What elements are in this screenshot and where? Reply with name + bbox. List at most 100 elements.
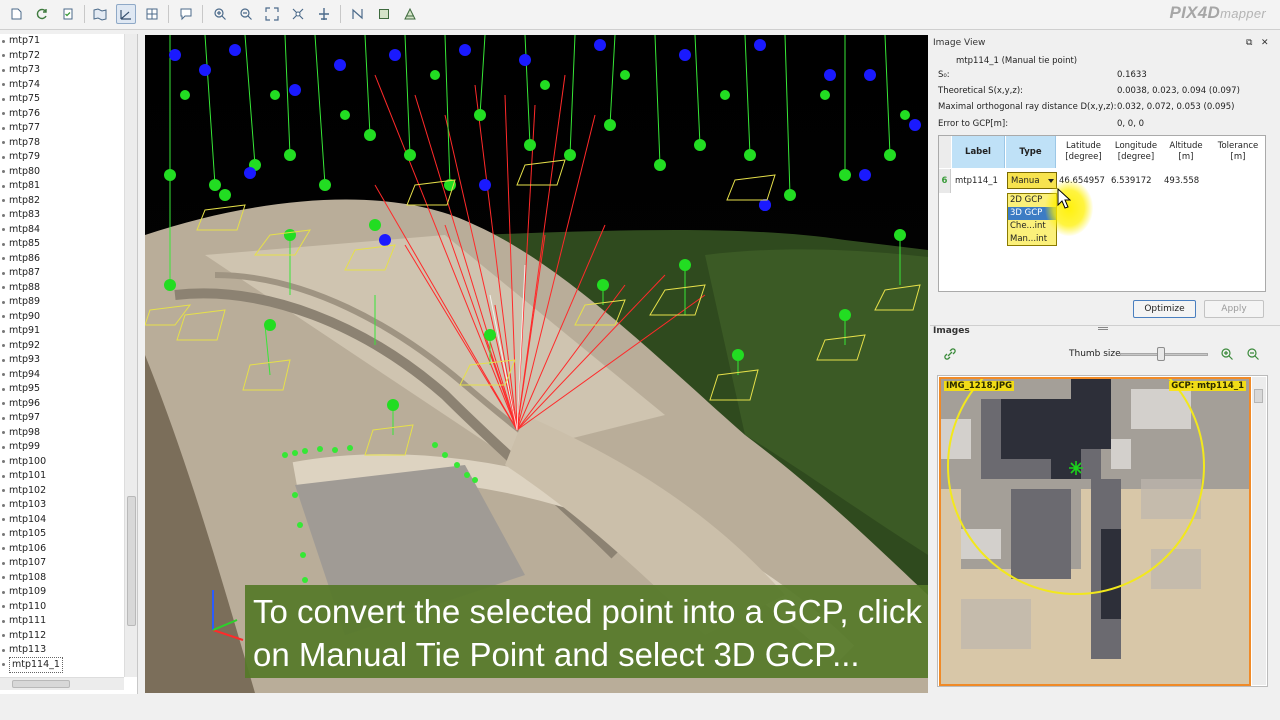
tree-item-mtp75[interactable]: mtp75 bbox=[0, 92, 124, 107]
tree-item-mtp82[interactable]: mtp82 bbox=[0, 194, 124, 209]
tree-item-mtp100[interactable]: mtp100 bbox=[0, 455, 124, 470]
tree-item-mtp107[interactable]: mtp107 bbox=[0, 556, 124, 571]
type-combobox[interactable]: Manua bbox=[1007, 172, 1057, 189]
splitter-grip-icon[interactable] bbox=[1098, 327, 1108, 330]
tree-item-mtp106[interactable]: mtp106 bbox=[0, 542, 124, 557]
tree-item-mtp97[interactable]: mtp97 bbox=[0, 411, 124, 426]
tree-item-mtp85[interactable]: mtp85 bbox=[0, 237, 124, 252]
tree-item-mtp77[interactable]: mtp77 bbox=[0, 121, 124, 136]
tree-item-mtp111[interactable]: mtp111 bbox=[0, 614, 124, 629]
tree-item-mtp76[interactable]: mtp76 bbox=[0, 107, 124, 122]
tree-item-mtp103[interactable]: mtp103 bbox=[0, 498, 124, 513]
tree-item-mtp102[interactable]: mtp102 bbox=[0, 484, 124, 499]
tree-item-mtp91[interactable]: mtp91 bbox=[0, 324, 124, 339]
tree-item-mtp94[interactable]: mtp94 bbox=[0, 368, 124, 383]
tree-horizontal-scrollbar[interactable] bbox=[0, 677, 124, 690]
image-thumbnail[interactable]: IMG_1218.JPG GCP: mtp114_1 bbox=[939, 377, 1251, 686]
new-project-icon[interactable] bbox=[6, 4, 26, 24]
tree-item-mtp114_1[interactable]: mtp114_1 bbox=[0, 656, 124, 673]
bullet-icon bbox=[2, 576, 5, 580]
checklist-icon[interactable] bbox=[58, 4, 78, 24]
tree-item-mtp81[interactable]: mtp81 bbox=[0, 179, 124, 194]
tree-item-mtp86[interactable]: mtp86 bbox=[0, 252, 124, 267]
zoom-out-icon[interactable] bbox=[236, 4, 256, 24]
tree-item-mtp89[interactable]: mtp89 bbox=[0, 295, 124, 310]
tree-item-mtp73[interactable]: mtp73 bbox=[0, 63, 124, 78]
link-icon[interactable] bbox=[943, 347, 957, 364]
tree-item-mtp112[interactable]: mtp112 bbox=[0, 629, 124, 644]
volume-icon[interactable] bbox=[400, 4, 420, 24]
tree-item-mtp74[interactable]: mtp74 bbox=[0, 78, 124, 93]
tree-item-mtp93[interactable]: mtp93 bbox=[0, 353, 124, 368]
col-longitude[interactable]: Longitude [degree] bbox=[1110, 136, 1162, 168]
tree-scroll-thumb[interactable] bbox=[127, 496, 136, 626]
thumb-size-slider-handle[interactable] bbox=[1157, 347, 1166, 361]
error-to-gcp-value: 0, 0, 0 bbox=[1117, 119, 1145, 129]
type-combobox-value: Manua bbox=[1011, 175, 1040, 186]
tree-item-mtp96[interactable]: mtp96 bbox=[0, 397, 124, 412]
type-option-checkpoint[interactable]: Che...int bbox=[1008, 220, 1056, 233]
tree-item-mtp80[interactable]: mtp80 bbox=[0, 165, 124, 180]
tree-item-mtp105[interactable]: mtp105 bbox=[0, 527, 124, 542]
col-type[interactable]: Type bbox=[1006, 136, 1056, 168]
thumbnail-scroll-thumb[interactable] bbox=[1254, 389, 1263, 403]
tree-item-mtp92[interactable]: mtp92 bbox=[0, 339, 124, 354]
tree-item-label: mtp111 bbox=[9, 615, 47, 626]
map-view-icon[interactable] bbox=[90, 4, 110, 24]
zoom-in-icon[interactable] bbox=[210, 4, 230, 24]
type-dropdown-list[interactable]: 2D GCP 3D GCP Che...int Man...int bbox=[1007, 193, 1057, 246]
bullet-icon bbox=[2, 126, 5, 130]
ray-cloud-3d-view[interactable]: To convert the selected point into a GCP… bbox=[145, 35, 928, 693]
cell-label[interactable]: mtp114_1 bbox=[955, 169, 998, 193]
tree-item-mtp101[interactable]: mtp101 bbox=[0, 469, 124, 484]
bullet-icon bbox=[2, 590, 5, 594]
close-dock-icon[interactable]: ✕ bbox=[1261, 38, 1269, 48]
tree-item-mtp110[interactable]: mtp110 bbox=[0, 600, 124, 615]
flight-icon[interactable] bbox=[314, 4, 334, 24]
zoom-in-icon[interactable] bbox=[1220, 347, 1234, 364]
measure-surface-icon[interactable] bbox=[374, 4, 394, 24]
tree-item-mtp108[interactable]: mtp108 bbox=[0, 571, 124, 586]
tree-item-mtp71[interactable]: mtp71 bbox=[0, 34, 124, 49]
tree-hscroll-thumb[interactable] bbox=[12, 680, 70, 688]
tree-item-mtp95[interactable]: mtp95 bbox=[0, 382, 124, 397]
tree-item-mtp104[interactable]: mtp104 bbox=[0, 513, 124, 528]
ray-cloud-icon[interactable] bbox=[116, 4, 136, 24]
tree-item-mtp109[interactable]: mtp109 bbox=[0, 585, 124, 600]
tree-item-mtp113[interactable]: mtp113 bbox=[0, 643, 124, 658]
tree-item-mtp98[interactable]: mtp98 bbox=[0, 426, 124, 441]
tree-item-mtp87[interactable]: mtp87 bbox=[0, 266, 124, 281]
cell-longitude[interactable]: 6.539172 bbox=[1111, 169, 1152, 193]
images-splitter[interactable] bbox=[930, 325, 1280, 326]
tree-item-mtp84[interactable]: mtp84 bbox=[0, 223, 124, 238]
col-label[interactable]: Label bbox=[952, 136, 1005, 168]
type-option-2d-gcp[interactable]: 2D GCP bbox=[1008, 194, 1056, 207]
thumbnail-scrollbar[interactable] bbox=[1252, 377, 1266, 685]
tree-item-mtp83[interactable]: mtp83 bbox=[0, 208, 124, 223]
float-dock-icon[interactable]: ⧉ bbox=[1246, 38, 1252, 48]
optimize-button[interactable]: Optimize bbox=[1133, 300, 1196, 318]
col-latitude[interactable]: Latitude [degree] bbox=[1057, 136, 1110, 168]
zoom-out-icon[interactable] bbox=[1246, 347, 1260, 364]
tree-item-mtp79[interactable]: mtp79 bbox=[0, 150, 124, 165]
col-altitude[interactable]: Altitude [m] bbox=[1162, 136, 1210, 168]
tree-item-mtp90[interactable]: mtp90 bbox=[0, 310, 124, 325]
tree-item-mtp88[interactable]: mtp88 bbox=[0, 281, 124, 296]
fit-selection-icon[interactable] bbox=[288, 4, 308, 24]
cell-altitude[interactable]: 493.558 bbox=[1164, 169, 1199, 193]
row-index[interactable]: 6 bbox=[939, 169, 951, 193]
type-option-3d-gcp[interactable]: 3D GCP bbox=[1008, 207, 1056, 220]
zoom-extent-icon[interactable] bbox=[262, 4, 282, 24]
tree-item-mtp99[interactable]: mtp99 bbox=[0, 440, 124, 455]
tie-point-tree: mtp71 mtp72 mtp73 mtp74 mtp75 mtp76 mtp77 mtp78… bbox=[0, 34, 124, 677]
type-option-manual-tie-point[interactable]: Man...int bbox=[1008, 233, 1056, 246]
mosaic-editor-icon[interactable] bbox=[142, 4, 162, 24]
measure-polyline-icon[interactable] bbox=[348, 4, 368, 24]
refresh-icon[interactable] bbox=[32, 4, 52, 24]
tree-item-mtp72[interactable]: mtp72 bbox=[0, 49, 124, 64]
apply-button[interactable]: Apply bbox=[1204, 300, 1264, 318]
comment-icon[interactable] bbox=[176, 4, 196, 24]
col-tolerance[interactable]: Tolerance [m] bbox=[1210, 136, 1266, 168]
tree-item-mtp78[interactable]: mtp78 bbox=[0, 136, 124, 151]
tree-vertical-scrollbar[interactable] bbox=[124, 34, 137, 677]
